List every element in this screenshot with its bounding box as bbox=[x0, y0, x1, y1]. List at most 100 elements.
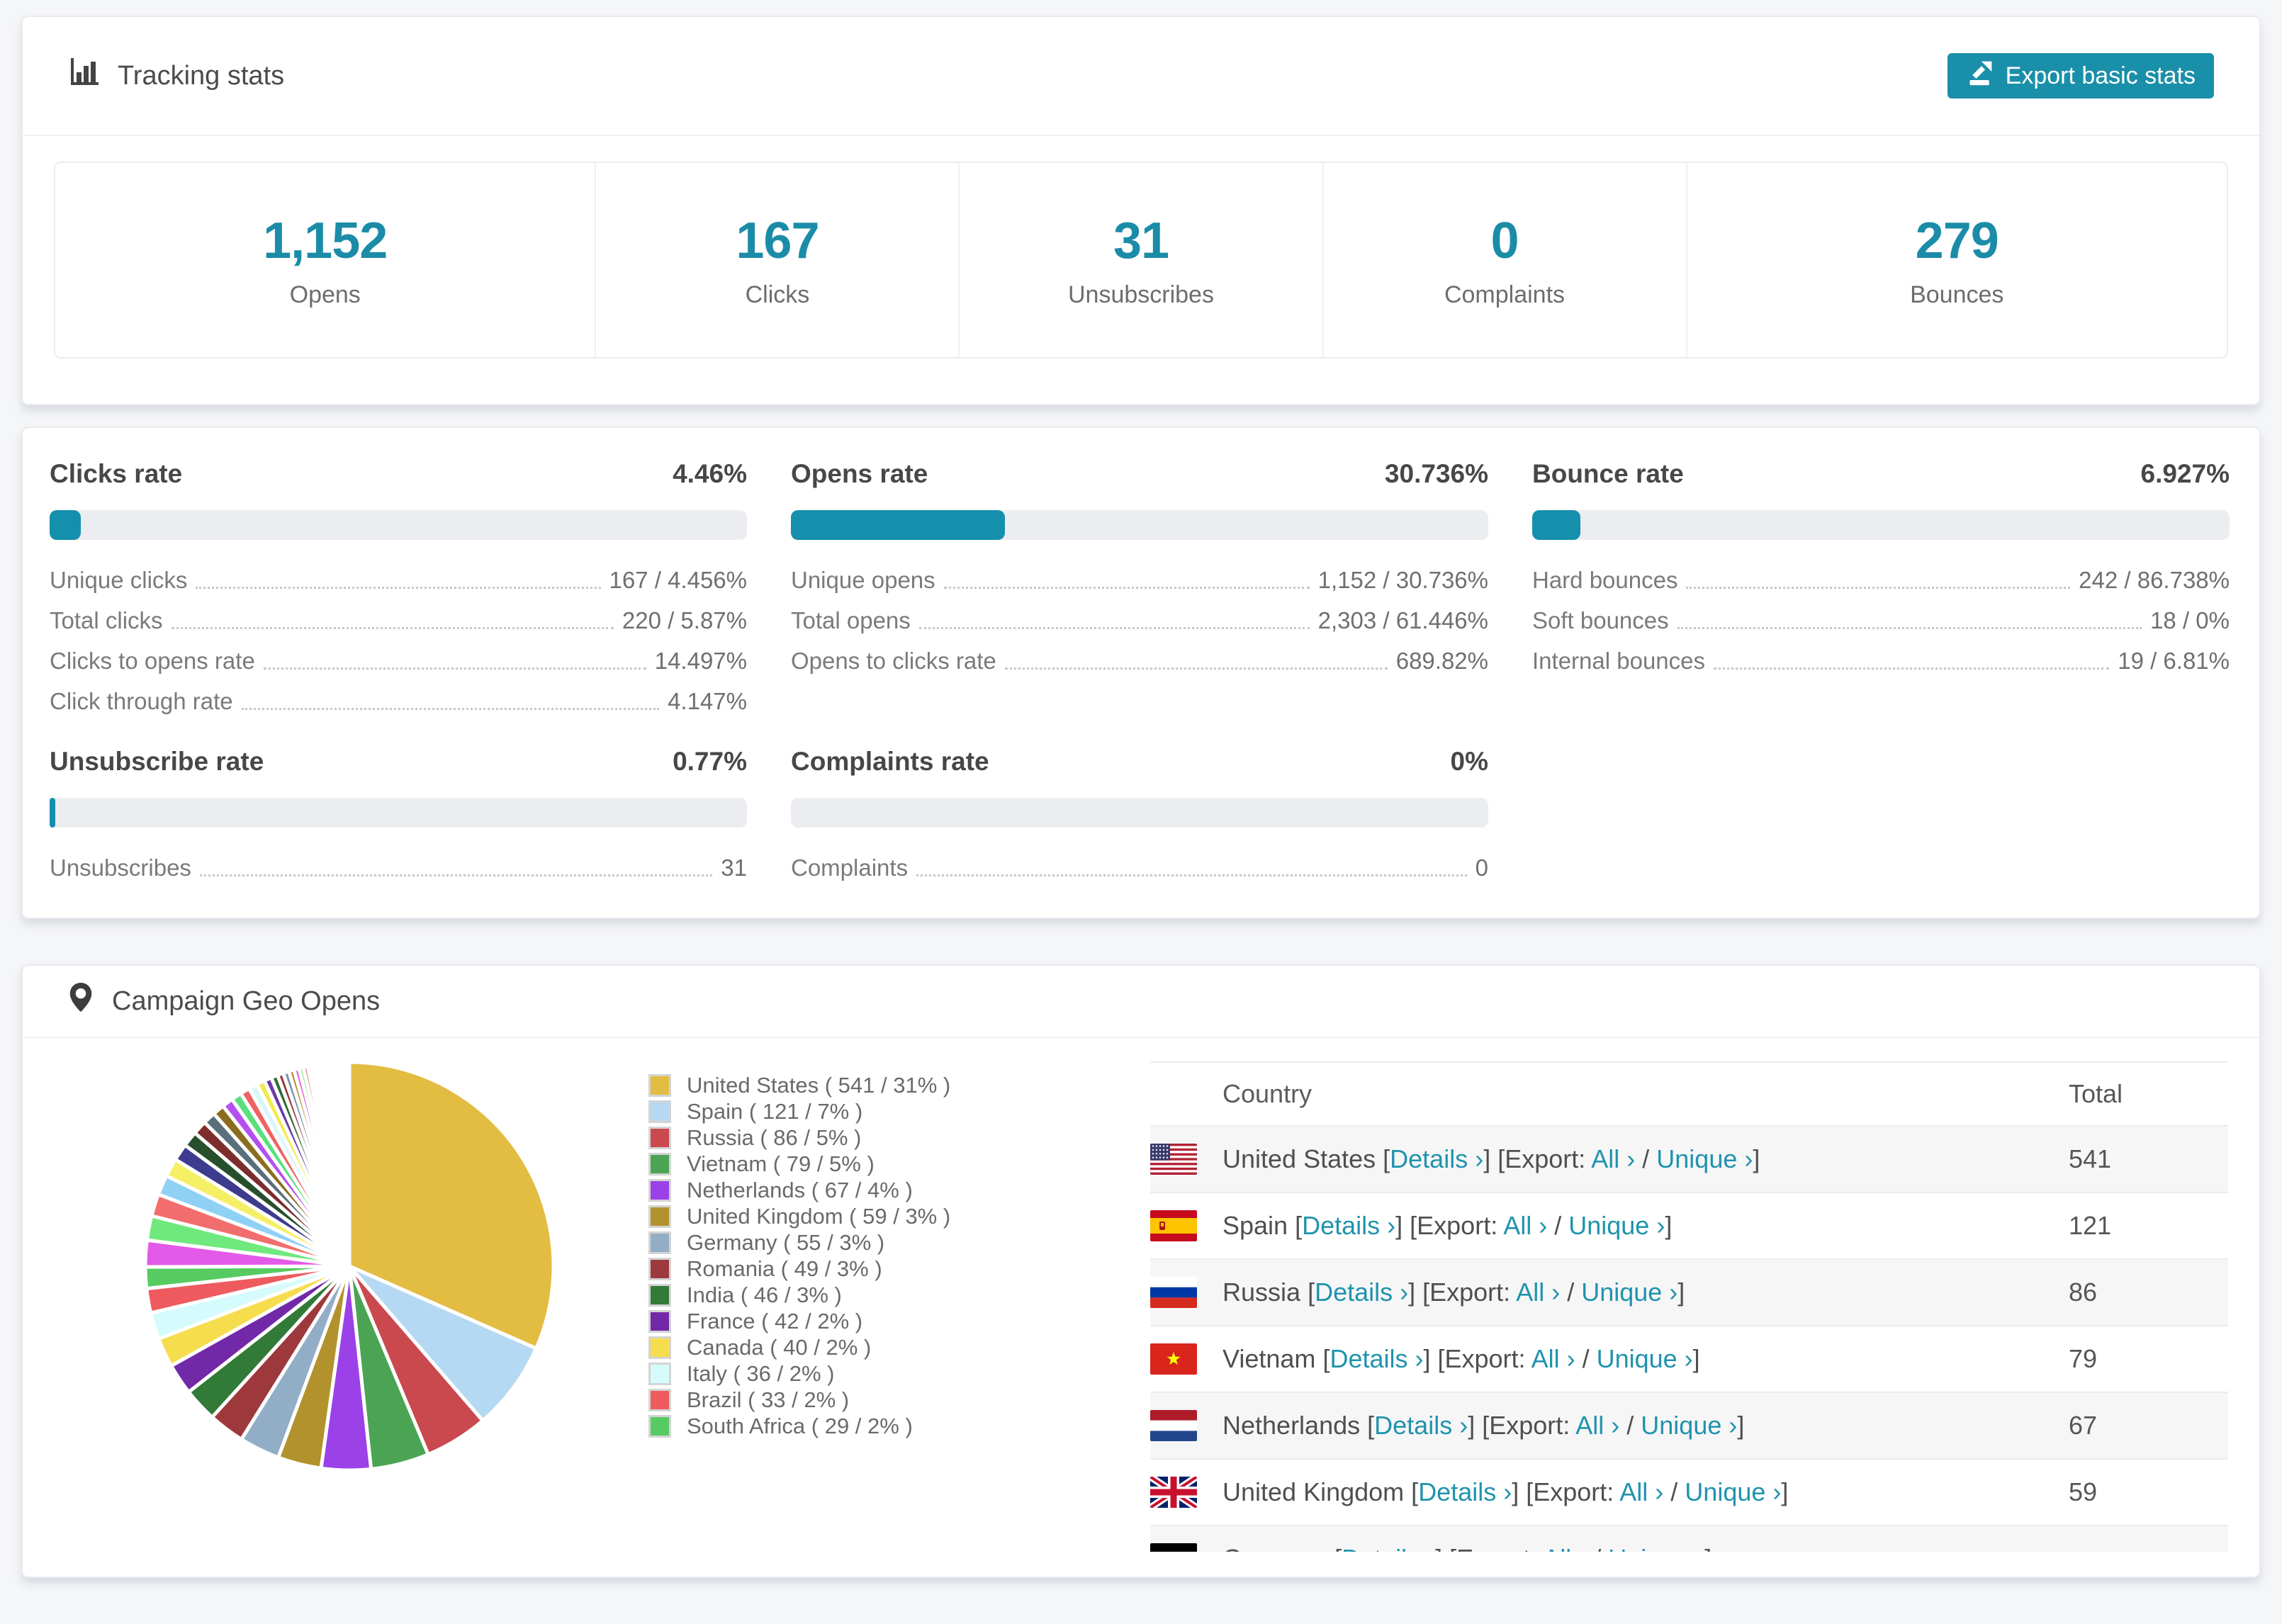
export-unique-link[interactable]: Unique › bbox=[1597, 1344, 1693, 1373]
country-name: Spain bbox=[1222, 1211, 1288, 1240]
rate-header: Bounce rate 6.927% bbox=[1532, 459, 2230, 489]
rate-detail-value: 31 bbox=[721, 855, 747, 881]
us-flag-icon bbox=[1150, 1144, 1197, 1175]
geo-table-row: United States [Details ›] [Export: All ›… bbox=[1150, 1127, 2228, 1193]
dotted-leader bbox=[1686, 587, 2071, 589]
country-total: 86 bbox=[2069, 1278, 2098, 1307]
country-links: [Details ›] [Export: All › / Unique ›] bbox=[1334, 1544, 1712, 1552]
legend-label: Russia ( 86 / 5% ) bbox=[687, 1124, 862, 1150]
vn-flag-icon bbox=[1150, 1343, 1197, 1375]
rate-detail-label: Unique opens bbox=[791, 567, 935, 593]
details-link[interactable]: Details › bbox=[1418, 1477, 1512, 1506]
rate-detail-label: Soft bounces bbox=[1532, 607, 1669, 633]
rate-detail-label: Total clicks bbox=[50, 607, 163, 633]
export-unique-link[interactable]: Unique › bbox=[1568, 1211, 1665, 1240]
export-all-link[interactable]: All › bbox=[1619, 1477, 1663, 1506]
country-name: United Kingdom bbox=[1222, 1477, 1405, 1506]
details-link[interactable]: Details › bbox=[1342, 1544, 1435, 1552]
export-unique-link[interactable]: Unique › bbox=[1656, 1144, 1753, 1173]
stats-summary-box: 1,152 Opens 167 Clicks 31 Unsubscribes 0… bbox=[54, 162, 2228, 359]
rate-detail-list: Unsubscribes 31 bbox=[50, 845, 747, 885]
tracking-stats-title: Tracking stats bbox=[68, 57, 284, 95]
stat-label: Opens bbox=[289, 281, 361, 308]
dotted-leader bbox=[241, 708, 660, 710]
legend-color-swatch bbox=[648, 1309, 671, 1333]
country-total: 541 bbox=[2069, 1144, 2112, 1173]
rate-detail-value: 689.82% bbox=[1395, 648, 1488, 674]
dotted-leader bbox=[1714, 667, 2110, 670]
rate-detail-value: 19 / 6.81% bbox=[2118, 648, 2230, 674]
rate-detail-list: Hard bounces 242 / 86.738% Soft bounces … bbox=[1532, 557, 2230, 678]
country-links: [Details ›] [Export: All › / Unique ›] bbox=[1367, 1411, 1745, 1440]
rate-header: Unsubscribe rate 0.77% bbox=[50, 747, 747, 777]
country-name: Netherlands bbox=[1222, 1411, 1361, 1440]
rate-detail-list: Unique clicks 167 / 4.456% Total clicks … bbox=[50, 557, 747, 718]
country-total: 67 bbox=[2069, 1411, 2098, 1440]
country-total: 59 bbox=[2069, 1477, 2098, 1506]
rate-title: Bounce rate bbox=[1532, 459, 1684, 488]
details-link[interactable]: Details › bbox=[1374, 1411, 1468, 1440]
geo-table-wrap: Country Total United States [Details ›] [E… bbox=[1145, 1061, 2228, 1552]
export-all-link[interactable]: All › bbox=[1503, 1211, 1547, 1240]
es-flag-icon bbox=[1150, 1210, 1197, 1241]
legend-color-swatch bbox=[648, 1100, 671, 1123]
map-pin-icon bbox=[68, 982, 94, 1020]
geo-card-body: United States ( 541 / 31% ) Spain ( 121 … bbox=[23, 1038, 2259, 1552]
export-unique-link[interactable]: Unique › bbox=[1608, 1544, 1704, 1552]
legend-item: India ( 46 / 3% ) bbox=[648, 1282, 1145, 1308]
details-link[interactable]: Details › bbox=[1302, 1211, 1395, 1240]
rate-detail-value: 14.497% bbox=[654, 648, 747, 674]
legend-label: South Africa ( 29 / 2% ) bbox=[687, 1413, 913, 1438]
export-all-link[interactable]: All › bbox=[1543, 1544, 1587, 1552]
country-name: Vietnam bbox=[1222, 1344, 1316, 1373]
details-link[interactable]: Details › bbox=[1330, 1344, 1423, 1373]
dotted-leader bbox=[263, 667, 646, 670]
export-all-link[interactable]: All › bbox=[1591, 1144, 1635, 1173]
export-all-link[interactable]: All › bbox=[1516, 1278, 1560, 1307]
rate-detail-label: Hard bounces bbox=[1532, 567, 1678, 593]
legend-color-swatch bbox=[648, 1257, 671, 1280]
export-all-link[interactable]: All › bbox=[1575, 1411, 1619, 1440]
rate-detail-label: Complaints bbox=[791, 855, 909, 881]
export-unique-link[interactable]: Unique › bbox=[1581, 1278, 1677, 1307]
stat-value: 167 bbox=[736, 212, 819, 269]
export-unique-link[interactable]: Unique › bbox=[1685, 1477, 1781, 1506]
geo-card-header: Campaign Geo Opens bbox=[23, 966, 2259, 1038]
legend-label: France ( 42 / 2% ) bbox=[687, 1308, 863, 1333]
export-all-link[interactable]: All › bbox=[1531, 1344, 1575, 1373]
country-links: [Details ›] [Export: All › / Unique ›] bbox=[1308, 1278, 1685, 1307]
rate-detail-label: Unsubscribes bbox=[50, 855, 191, 881]
progress-bar-fill bbox=[50, 798, 55, 828]
export-unique-link[interactable]: Unique › bbox=[1641, 1411, 1737, 1440]
stat-cell: 167 Clicks bbox=[595, 163, 958, 357]
rate-value: 0% bbox=[1450, 747, 1488, 776]
details-link[interactable]: Details › bbox=[1390, 1144, 1483, 1173]
rate-header: Opens rate 30.736% bbox=[791, 459, 1488, 489]
legend-label: Netherlands ( 67 / 4% ) bbox=[687, 1177, 913, 1202]
export-basic-stats-label: Export basic stats bbox=[2005, 62, 2196, 89]
rate-detail-value: 220 / 5.87% bbox=[622, 607, 747, 633]
rate-detail-value: 18 / 0% bbox=[2150, 607, 2230, 633]
legend-item: Spain ( 121 / 7% ) bbox=[648, 1098, 1145, 1124]
details-link[interactable]: Details › bbox=[1315, 1278, 1408, 1307]
geo-table-row: Russia [Details ›] [Export: All › / Uniq… bbox=[1150, 1260, 2228, 1326]
rate-block: Clicks rate 4.46% Unique clicks 167 / 4.… bbox=[50, 459, 747, 718]
rate-detail-label: Total opens bbox=[791, 607, 911, 633]
rate-header: Clicks rate 4.46% bbox=[50, 459, 747, 489]
progress-bar-fill bbox=[50, 510, 81, 540]
legend-item: Italy ( 36 / 2% ) bbox=[648, 1360, 1145, 1387]
stat-cell: 31 Unsubscribes bbox=[958, 163, 1322, 357]
rate-title: Complaints rate bbox=[791, 747, 989, 776]
rate-detail-label: Clicks to opens rate bbox=[50, 648, 255, 674]
legend-color-swatch bbox=[648, 1205, 671, 1228]
stat-value: 279 bbox=[1915, 212, 1999, 269]
stat-value: 1,152 bbox=[263, 212, 388, 269]
rate-detail-label: Unique clicks bbox=[50, 567, 188, 593]
stat-cell: 279 Bounces bbox=[1685, 163, 2227, 357]
rate-detail-row: Opens to clicks rate 689.82% bbox=[791, 638, 1488, 678]
country-name: Russia bbox=[1222, 1278, 1301, 1307]
rate-value: 30.736% bbox=[1384, 459, 1488, 488]
export-basic-stats-button[interactable]: Export basic stats bbox=[1947, 53, 2214, 98]
column-header-country: Country bbox=[1222, 1079, 1313, 1108]
stat-value: 0 bbox=[1490, 212, 1519, 269]
